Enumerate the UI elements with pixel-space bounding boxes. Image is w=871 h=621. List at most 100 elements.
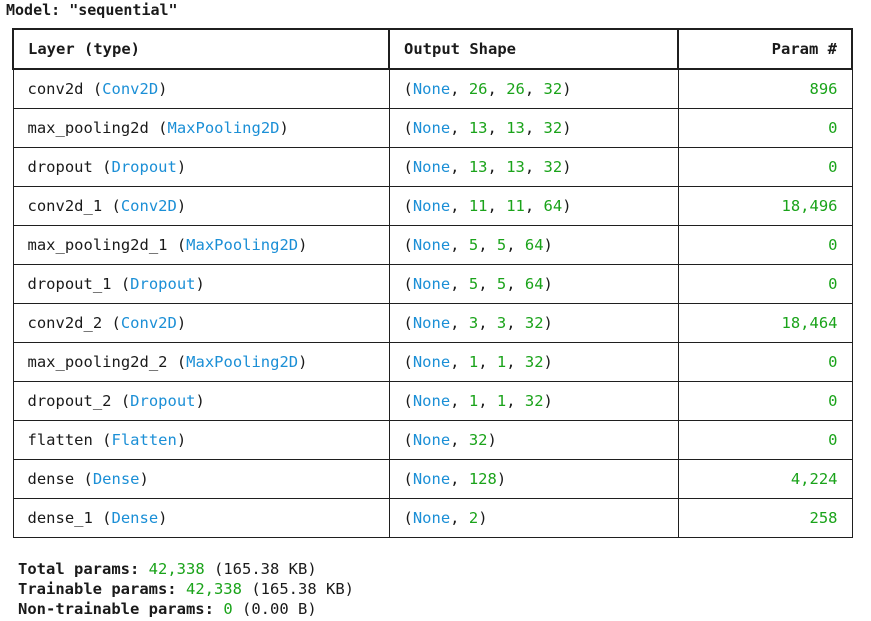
layer-cell: conv2d_2 (Conv2D) xyxy=(12,302,390,343)
layer-type: Dropout xyxy=(130,274,196,293)
layer-name: dropout_2 xyxy=(27,391,112,410)
layer-cell: dense_1 (Dense) xyxy=(12,497,390,538)
params-summary: Total params: 42,338 (165.38 KB) Trainab… xyxy=(18,559,354,619)
layer-name: max_pooling2d_1 xyxy=(27,235,168,254)
shape-dim: 32 xyxy=(524,313,544,332)
param-count-cell: 258 xyxy=(677,497,853,538)
shape-dim: 26 xyxy=(468,79,488,98)
table-row: conv2d (Conv2D) (None, 26, 26, 32) 896 xyxy=(12,68,853,109)
header-param-count: Param # xyxy=(677,28,853,70)
batch-dim: None xyxy=(412,235,451,254)
table-header-row: Layer (type) Output Shape Param # xyxy=(12,28,853,70)
layer-name: flatten xyxy=(27,430,93,449)
shape-dim: 1 xyxy=(496,391,507,410)
shape-dim: 5 xyxy=(468,274,479,293)
param-count-cell: 0 xyxy=(677,107,853,148)
table-row: conv2d_2 (Conv2D) (None, 3, 3, 32) 18,464 xyxy=(12,302,853,343)
layer-name: max_pooling2d_2 xyxy=(27,352,168,371)
shape-dim: 1 xyxy=(496,352,507,371)
batch-dim: None xyxy=(412,508,451,527)
output-shape-cell: (None, 32) xyxy=(388,419,679,460)
shape-dim: 13 xyxy=(506,118,525,137)
batch-dim: None xyxy=(412,196,451,215)
output-shape-cell: (None, 11, 11, 64) xyxy=(388,185,679,226)
layer-cell: conv2d (Conv2D) xyxy=(12,68,390,109)
batch-dim: None xyxy=(412,430,451,449)
shape-dim: 26 xyxy=(506,79,525,98)
layer-cell: dropout (Dropout) xyxy=(12,146,390,187)
layer-name: conv2d_1 xyxy=(27,196,103,215)
shape-dim: 32 xyxy=(543,157,563,176)
shape-dim: 11 xyxy=(468,196,488,215)
layer-type: Dense xyxy=(111,508,159,527)
layer-name: dense_1 xyxy=(27,508,93,527)
header-layer-type: Layer (type) xyxy=(12,28,390,70)
model-title: Model: "sequential" xyxy=(6,0,178,20)
layer-name: conv2d_2 xyxy=(27,313,103,332)
batch-dim: None xyxy=(412,79,451,98)
shape-dim: 32 xyxy=(543,79,563,98)
output-shape-cell: (None, 5, 5, 64) xyxy=(388,224,679,265)
shape-dim: 1 xyxy=(468,352,479,371)
total-params-count: 42,338 xyxy=(148,560,205,578)
layer-cell: max_pooling2d (MaxPooling2D) xyxy=(12,107,390,148)
layer-name: max_pooling2d xyxy=(27,118,149,137)
table-row: dropout_1 (Dropout) (None, 5, 5, 64) 0 xyxy=(12,263,853,304)
layer-cell: dropout_1 (Dropout) xyxy=(12,263,390,304)
output-shape-cell: (None, 5, 5, 64) xyxy=(388,263,679,304)
table-row: flatten (Flatten) (None, 32) 0 xyxy=(12,419,853,460)
output-shape-cell: (None, 1, 1, 32) xyxy=(388,380,679,421)
layer-type: Conv2D xyxy=(102,79,159,98)
layer-cell: max_pooling2d_2 (MaxPooling2D) xyxy=(12,341,390,382)
shape-dim: 64 xyxy=(524,235,544,254)
layer-cell: conv2d_1 (Conv2D) xyxy=(12,185,390,226)
batch-dim: None xyxy=(412,352,451,371)
total-params-line: Total params: 42,338 (165.38 KB) xyxy=(18,559,354,579)
param-count-cell: 0 xyxy=(677,146,853,187)
output-shape-cell: (None, 128) xyxy=(388,458,679,499)
table-row: conv2d_1 (Conv2D) (None, 11, 11, 64) 18,49… xyxy=(12,185,853,226)
output-shape-cell: (None, 3, 3, 32) xyxy=(388,302,679,343)
shape-dim: 32 xyxy=(468,430,488,449)
layer-name: dense xyxy=(27,469,75,488)
shape-dim: 32 xyxy=(543,118,563,137)
layer-cell: dense (Dense) xyxy=(12,458,390,499)
table-row: dropout_2 (Dropout) (None, 1, 1, 32) 0 xyxy=(12,380,853,421)
shape-dim: 64 xyxy=(524,274,544,293)
layer-cell: dropout_2 (Dropout) xyxy=(12,380,390,421)
table-row: dense_1 (Dense) (None, 2) 258 xyxy=(12,497,853,538)
layer-type: MaxPooling2D xyxy=(167,118,280,137)
layer-type: Conv2D xyxy=(120,196,177,215)
param-count-cell: 0 xyxy=(677,380,853,421)
non-trainable-params-size: (0.00 B) xyxy=(242,600,317,618)
batch-dim: None xyxy=(412,157,451,176)
param-count-cell: 0 xyxy=(677,224,853,265)
shape-dim: 32 xyxy=(524,391,544,410)
output-shape-cell: (None, 26, 26, 32) xyxy=(388,68,679,109)
shape-dim: 5 xyxy=(496,274,507,293)
layer-name: dropout_1 xyxy=(27,274,112,293)
table-body: conv2d (Conv2D) (None, 26, 26, 32) 896 max_… xyxy=(12,68,853,538)
layer-cell: max_pooling2d_1 (MaxPooling2D) xyxy=(12,224,390,265)
layer-type: Dropout xyxy=(111,157,177,176)
model-name: "sequential" xyxy=(69,1,178,19)
non-trainable-params-count: 0 xyxy=(223,600,233,618)
trainable-params-count: 42,338 xyxy=(185,580,242,598)
batch-dim: None xyxy=(412,313,451,332)
output-shape-cell: (None, 2) xyxy=(388,497,679,538)
layer-type: Conv2D xyxy=(120,313,177,332)
shape-dim: 128 xyxy=(468,469,497,488)
param-count-cell: 0 xyxy=(677,263,853,304)
layer-type: Dense xyxy=(92,469,140,488)
output-shape-cell: (None, 13, 13, 32) xyxy=(388,146,679,187)
batch-dim: None xyxy=(412,391,451,410)
layer-type: MaxPooling2D xyxy=(186,235,299,254)
shape-dim: 13 xyxy=(468,118,488,137)
table-row: max_pooling2d_1 (MaxPooling2D) (None, 5, … xyxy=(12,224,853,265)
layer-name: conv2d xyxy=(27,79,84,98)
total-params-size: (165.38 KB) xyxy=(214,560,317,578)
param-count-cell: 0 xyxy=(677,341,853,382)
header-output-shape: Output Shape xyxy=(388,28,679,70)
table-row: dropout (Dropout) (None, 13, 13, 32) 0 xyxy=(12,146,853,187)
output-shape-cell: (None, 13, 13, 32) xyxy=(388,107,679,148)
